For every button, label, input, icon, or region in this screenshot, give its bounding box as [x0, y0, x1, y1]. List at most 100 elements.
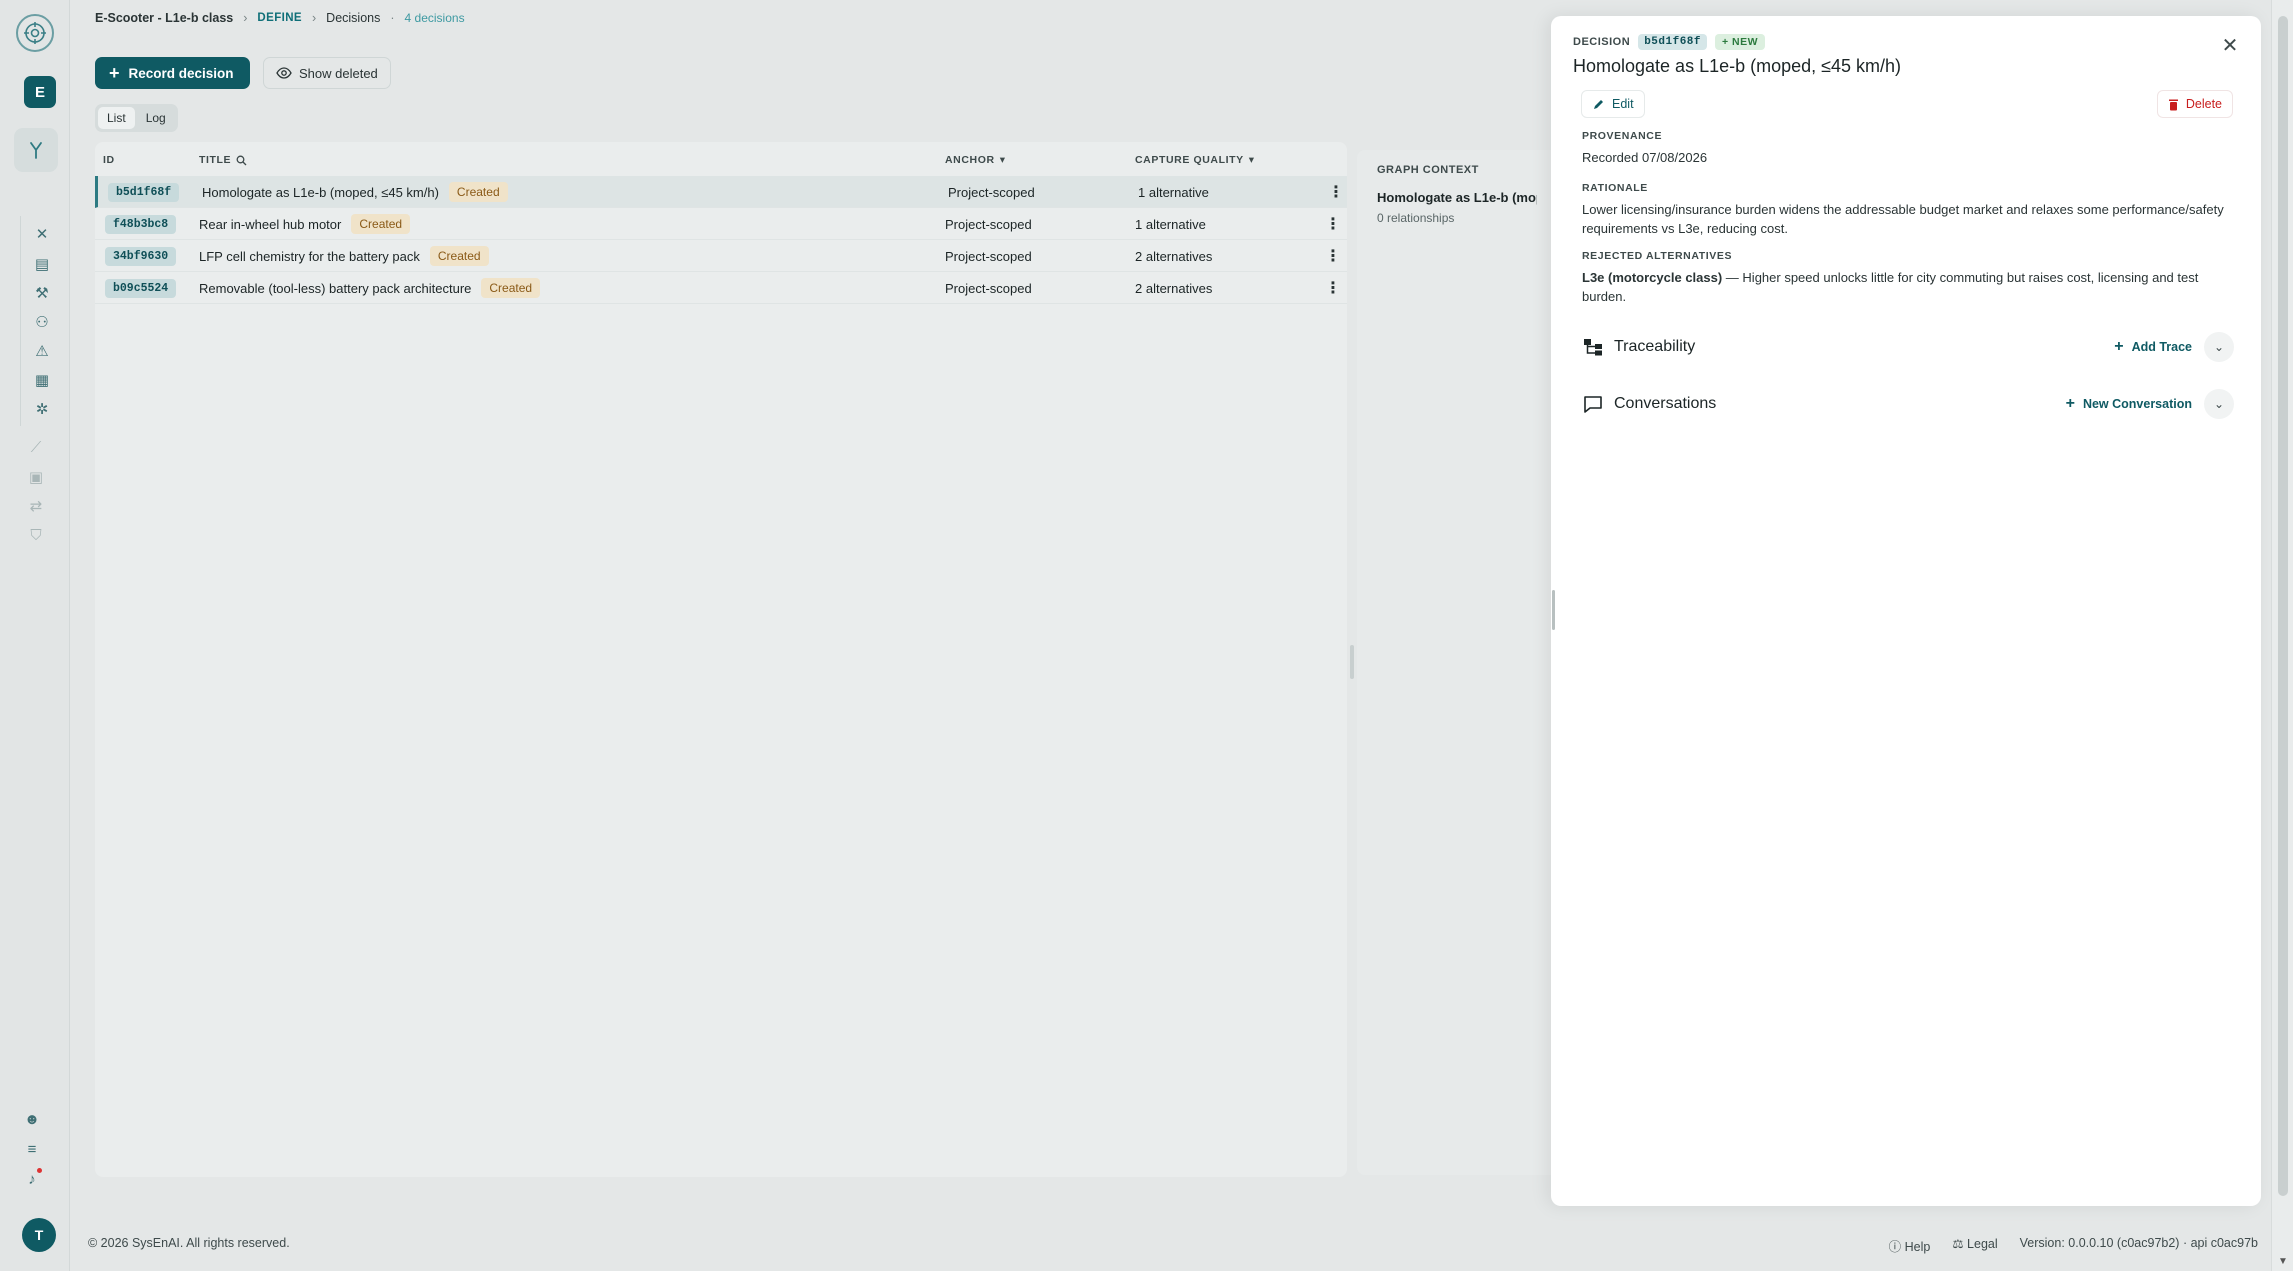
graph-context-relationships: 0 relationships	[1377, 211, 1455, 225]
assistant-icon[interactable]: ☻	[19, 1108, 45, 1130]
graph-context-label: GRAPH CONTEXT	[1377, 164, 1479, 176]
quality-cell: 2 alternatives	[1135, 280, 1213, 296]
project-switcher[interactable]: E	[24, 76, 56, 108]
traceability-section[interactable]: Traceability + Add Trace ⌄	[1582, 330, 2234, 364]
network-icon[interactable]: ✲	[29, 398, 55, 420]
branch-icon[interactable]	[14, 128, 58, 172]
table-row[interactable]: b5d1f68f Homologate as L1e-b (moped, ≤45…	[95, 176, 1347, 208]
users-icon[interactable]: ⚇	[29, 311, 55, 333]
legal-link[interactable]: ⚖ Legal	[1952, 1236, 1997, 1255]
notification-dot	[37, 1168, 42, 1173]
warning-icon[interactable]: ⚠	[29, 340, 55, 362]
row-menu-icon[interactable]: ⋮	[1325, 272, 1341, 304]
delete-button[interactable]: Delete	[2156, 90, 2233, 118]
drawer-decision-id: b5d1f68f	[1638, 34, 1707, 50]
decision-title: Homologate as L1e-b (moped, ≤45 km/h)	[202, 184, 439, 200]
conversations-section[interactable]: Conversations + New Conversation ⌄	[1582, 387, 2234, 421]
caret-down-icon: ▾	[999, 154, 1006, 166]
user-avatar[interactable]: T	[22, 1218, 56, 1252]
decision-id: 34bf9630	[105, 246, 177, 266]
plus-icon: +	[109, 63, 120, 83]
row-menu-icon[interactable]: ⋮	[1325, 240, 1341, 272]
chevron-down-icon[interactable]: ⌄	[2204, 389, 2234, 419]
row-menu-icon[interactable]: ⋮	[1325, 208, 1341, 240]
row-menu-icon[interactable]: ⋮	[1328, 176, 1344, 208]
decision-id: b5d1f68f	[108, 182, 180, 202]
table-row[interactable]: b09c5524 Removable (tool-less) battery p…	[95, 272, 1347, 304]
app-logo-icon[interactable]	[16, 14, 54, 52]
decision-title: Rear in-wheel hub motor	[199, 216, 342, 232]
rationale-text: Lower licensing/insurance burden widens …	[1582, 202, 2224, 236]
hierarchy-icon	[1582, 336, 1604, 358]
document-icon[interactable]: ▤	[29, 253, 55, 275]
show-deleted-button[interactable]: Show deleted	[263, 57, 391, 89]
breadcrumb: E-Scooter - L1e-b class › DEFINE › Decis…	[95, 11, 465, 25]
dot-separator: ·	[390, 11, 395, 25]
rationale-label: RATIONALE	[1582, 182, 1648, 194]
breadcrumb-project[interactable]: E-Scooter - L1e-b class	[95, 11, 233, 25]
graph-context-title: Homologate as L1e-b (mope	[1377, 190, 1537, 205]
gavel-icon[interactable]: ⚒	[29, 282, 55, 304]
conversations-label: Conversations	[1614, 395, 1717, 412]
new-conversation-button[interactable]: + New Conversation	[2066, 395, 2192, 413]
rejected-alternative-name: L3e (motorcycle class)	[1582, 270, 1723, 285]
table-header: ID TITLE ANCHOR ▾ CAPTURE QUALITY ▾	[95, 142, 1347, 176]
column-id: ID	[103, 154, 115, 166]
chat-icon	[1582, 393, 1604, 415]
edit-button[interactable]: Edit	[1581, 90, 1645, 118]
record-decision-button[interactable]: + Record decision	[95, 57, 250, 89]
search-icon[interactable]	[236, 155, 247, 166]
anchor-cell: Project-scoped	[945, 248, 1032, 264]
table-row[interactable]: f48b3bc8 Rear in-wheel hub motor Created …	[95, 208, 1347, 240]
anchor-cell: Project-scoped	[948, 184, 1035, 200]
decisions-table: ID TITLE ANCHOR ▾ CAPTURE QUALITY ▾ b5d1f6…	[95, 142, 1347, 1177]
new-badge: + NEW	[1715, 34, 1766, 50]
status-badge: Created	[448, 182, 508, 202]
decision-count: 4 decisions	[404, 11, 465, 25]
left-rail: E ✕ ▤ ⚒ ⚇ ⚠ ▦ ✲ ⟋ ▣ ⇄ ⛉ ☻ ≡ ♪ T	[0, 0, 70, 1271]
chevron-down-icon[interactable]: ⌄	[2204, 332, 2234, 362]
close-icon[interactable]: ✕	[2217, 32, 2243, 58]
pencil-icon	[1592, 98, 1605, 111]
tasks-icon[interactable]: ≡	[19, 1138, 45, 1160]
tab-log[interactable]: Log	[137, 107, 175, 129]
rationale-section: RATIONALE Lower licensing/insurance burd…	[1582, 182, 2232, 238]
shield-icon[interactable]: ⛉	[23, 524, 49, 546]
table-icon[interactable]: ▣	[23, 466, 49, 488]
swap-icon[interactable]: ⇄	[23, 495, 49, 517]
caret-down-icon: ▾	[1248, 154, 1255, 166]
traceability-label: Traceability	[1614, 338, 1696, 355]
tab-list[interactable]: List	[98, 107, 135, 129]
bell-icon[interactable]: ♪	[19, 1168, 45, 1190]
status-badge: Created	[481, 278, 541, 298]
decision-title: LFP cell chemistry for the battery pack	[199, 248, 420, 264]
anchor-cell: Project-scoped	[945, 280, 1032, 296]
table-row[interactable]: 34bf9630 LFP cell chemistry for the batt…	[95, 240, 1347, 272]
tools-icon[interactable]: ✕	[29, 223, 55, 245]
decision-id: b09c5524	[105, 278, 177, 298]
help-link[interactable]: ⓘ Help	[1889, 1236, 1931, 1255]
scroll-down-arrow-icon[interactable]: ▼	[2278, 1256, 2288, 1267]
drawer-resize-handle[interactable]	[1552, 590, 1555, 630]
edit-label: Edit	[1612, 97, 1634, 111]
rejected-label: REJECTED ALTERNATIVES	[1582, 250, 1733, 262]
page-scrollbar[interactable]: ▼	[2271, 0, 2293, 1271]
trend-icon[interactable]: ⟋	[23, 436, 49, 458]
add-trace-button[interactable]: + Add Trace	[2114, 338, 2192, 356]
breadcrumb-phase[interactable]: DEFINE	[257, 12, 302, 24]
copyright-text: © 2026 SysEnAI. All rights reserved.	[88, 1236, 290, 1250]
plus-icon: +	[2065, 395, 2075, 412]
rejected-alternatives-section: REJECTED ALTERNATIVES L3e (motorcycle cl…	[1582, 250, 2232, 306]
column-title[interactable]: TITLE	[199, 154, 247, 166]
column-capture-quality[interactable]: CAPTURE QUALITY ▾	[1135, 154, 1255, 166]
decision-title: Removable (tool-less) battery pack archi…	[199, 280, 472, 296]
clipboard-icon[interactable]: ▦	[29, 369, 55, 391]
decision-detail-drawer: DECISION b5d1f68f + NEW Homologate as L1…	[1551, 16, 2261, 1206]
help-icon: ⓘ	[1888, 1240, 1905, 1254]
panel-resize-handle[interactable]	[1350, 645, 1354, 679]
footer: © 2026 SysEnAI. All rights reserved. ⓘ H…	[88, 1236, 2258, 1254]
eye-icon	[276, 67, 292, 79]
chevron-right-icon: ›	[312, 11, 317, 25]
column-anchor[interactable]: ANCHOR ▾	[945, 154, 1006, 166]
scrollbar-thumb[interactable]	[2278, 16, 2288, 1196]
